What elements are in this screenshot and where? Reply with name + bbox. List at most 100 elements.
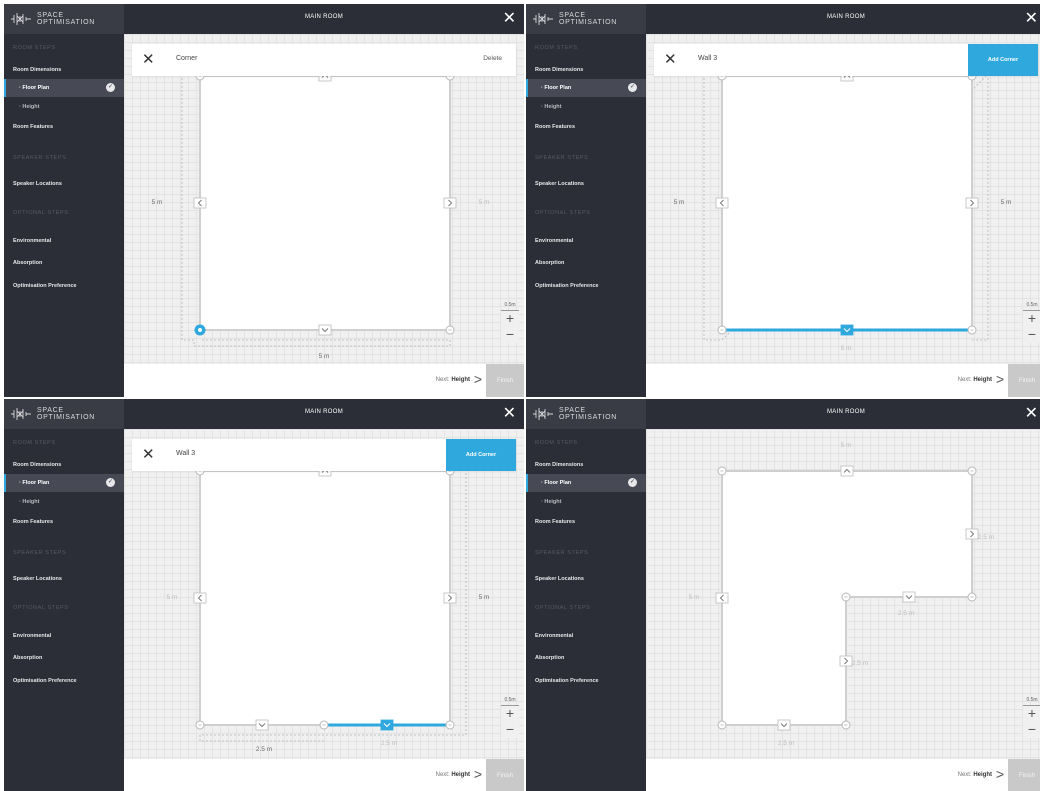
wall-handle-arrow-icon[interactable]: [193, 592, 207, 604]
wall-handle-arrow-icon[interactable]: [193, 197, 207, 209]
sidebar-item[interactable]: Room Features: [4, 118, 124, 136]
sidebar-item[interactable]: Optimisation Preference: [526, 672, 646, 690]
sidebar-item-label: Absorption: [535, 260, 565, 266]
sidebar-item[interactable]: · Floor Plan ✓: [526, 79, 646, 97]
wall-handle-arrow-icon[interactable]: [840, 324, 854, 336]
next-step-link[interactable]: Next: Height: [958, 772, 992, 778]
wall-length-label: 2.5 m: [256, 746, 272, 753]
sidebar-item[interactable]: Optimisation Preference: [4, 672, 124, 690]
delete-button[interactable]: Delete: [483, 55, 502, 62]
floor-plan-canvas[interactable]: 5 m 5 m 2.5 m 2.5 m: [124, 429, 524, 759]
finish-button[interactable]: Finish: [486, 364, 524, 397]
wall-handle-arrow-icon[interactable]: [777, 719, 791, 731]
room-outline[interactable]: [199, 75, 451, 331]
sidebar-item[interactable]: Environmental: [526, 232, 646, 250]
deselect-close-icon[interactable]: ✕: [142, 447, 155, 462]
sidebar: SPACE OPTIMISATION ROOM STEPS Room Dimensi…: [526, 399, 646, 791]
next-step-link[interactable]: Next: Height: [958, 377, 992, 383]
zoom-out-button[interactable]: −: [501, 722, 519, 738]
next-step-link[interactable]: Next: Height: [436, 377, 470, 383]
room-outline[interactable]: [721, 75, 973, 331]
room-outline[interactable]: [199, 470, 451, 726]
floor-plan-canvas[interactable]: 5 m 5 m 5 m: [124, 34, 524, 364]
wall-handle-arrow-icon[interactable]: [443, 592, 457, 604]
sidebar-item[interactable]: Room Dimensions: [526, 456, 646, 474]
chevron-right-icon[interactable]: >: [996, 372, 1004, 386]
sidebar-item[interactable]: · Floor Plan ✓: [526, 474, 646, 492]
sidebar-item[interactable]: Optimisation Preference: [526, 277, 646, 295]
sidebar-item[interactable]: Room Features: [526, 513, 646, 531]
zoom-in-button[interactable]: +: [501, 311, 519, 327]
wall-handle-arrow-icon[interactable]: [318, 324, 332, 336]
sidebar-item-label: SPEAKER STEPS: [13, 155, 67, 161]
zoom-in-button[interactable]: +: [501, 706, 519, 722]
sidebar-item[interactable]: Absorption: [526, 254, 646, 272]
wall-handle-arrow-icon[interactable]: [715, 592, 729, 604]
close-icon[interactable]: ✕: [1025, 11, 1038, 27]
next-step-link[interactable]: Next: Height: [436, 772, 470, 778]
sidebar-item[interactable]: Environmental: [4, 627, 124, 645]
add-corner-button[interactable]: Add Corner: [968, 44, 1038, 76]
sidebar-item[interactable]: · Height: [4, 493, 124, 511]
sidebar-item[interactable]: Speaker Locations: [526, 570, 646, 588]
deselect-close-icon[interactable]: ✕: [142, 52, 155, 67]
sidebar-item[interactable]: Optimisation Preference: [4, 277, 124, 295]
chevron-right-icon[interactable]: >: [474, 372, 482, 386]
floor-plan-canvas[interactable]: 5 m 5 m 2.5 m 2.5 m 2.5 m 2.5 m: [646, 429, 1040, 759]
zoom-out-button[interactable]: −: [1023, 722, 1040, 738]
sidebar-item[interactable]: Speaker Locations: [526, 175, 646, 193]
sidebar-item-label: SPEAKER STEPS: [535, 155, 589, 161]
finish-button[interactable]: Finish: [486, 759, 524, 791]
deselect-close-icon[interactable]: ✕: [664, 52, 677, 67]
zoom-in-button[interactable]: +: [1023, 706, 1040, 722]
wall-handle-arrow-icon[interactable]: [255, 719, 269, 731]
wall-handle-arrow-icon[interactable]: [840, 465, 854, 477]
sidebar-item[interactable]: Absorption: [4, 649, 124, 667]
selection-label: Wall 3: [176, 450, 196, 457]
add-corner-button[interactable]: Add Corner: [446, 439, 516, 471]
sidebar-item-label: ROOM STEPS: [13, 440, 56, 446]
sidebar-item[interactable]: · Height: [526, 493, 646, 511]
zoom-out-button[interactable]: −: [501, 327, 519, 343]
sidebar-item[interactable]: Room Dimensions: [4, 61, 124, 79]
close-icon[interactable]: ✕: [503, 11, 516, 27]
sidebar-item[interactable]: Speaker Locations: [4, 570, 124, 588]
sidebar-item[interactable]: Room Features: [526, 118, 646, 136]
floor-plan-drawing: 5 m 5 m 5 m: [674, 70, 1011, 352]
sidebar-item[interactable]: Environmental: [526, 627, 646, 645]
sidebar-item[interactable]: · Height: [4, 98, 124, 116]
zoom-out-button[interactable]: −: [1023, 327, 1040, 343]
chevron-right-icon[interactable]: >: [474, 767, 482, 781]
close-icon[interactable]: ✕: [1025, 406, 1038, 422]
sidebar-item[interactable]: · Floor Plan ✓: [4, 79, 124, 97]
wall-handle-arrow-icon[interactable]: [715, 197, 729, 209]
sidebar-item[interactable]: · Height: [526, 98, 646, 116]
brand-name: SPACE OPTIMISATION: [559, 407, 618, 421]
sidebar-item[interactable]: · Floor Plan ✓: [4, 474, 124, 492]
close-icon[interactable]: ✕: [503, 406, 516, 422]
selected-corner-dot: [198, 328, 202, 332]
sidebar-item[interactable]: Room Dimensions: [526, 61, 646, 79]
room-title: MAIN ROOM: [304, 409, 344, 415]
finish-button[interactable]: Finish: [1008, 759, 1040, 791]
wall-handle-arrow-icon[interactable]: [965, 197, 979, 209]
sidebar-item[interactable]: Environmental: [4, 232, 124, 250]
floor-plan-canvas[interactable]: 5 m 5 m 5 m: [646, 34, 1040, 364]
sidebar-item[interactable]: Absorption: [4, 254, 124, 272]
wall-handle-arrow-icon[interactable]: [839, 655, 853, 667]
finish-button[interactable]: Finish: [1008, 364, 1040, 397]
wall-handle-arrow-icon[interactable]: [902, 591, 916, 603]
zoom-controls: 0.5m + −: [501, 302, 519, 343]
sidebar-item[interactable]: Absorption: [526, 649, 646, 667]
chevron-right-icon[interactable]: >: [996, 767, 1004, 781]
wall-handle-arrow-icon[interactable]: [380, 719, 394, 731]
sidebar-item-label: Room Features: [13, 124, 54, 130]
sidebar-item[interactable]: Speaker Locations: [4, 175, 124, 193]
sidebar-item-label: · Floor Plan: [541, 85, 572, 91]
zoom-in-button[interactable]: +: [1023, 311, 1040, 327]
wall-handle-arrow-icon[interactable]: [965, 528, 979, 540]
sidebar-item-label: Room Features: [13, 519, 54, 525]
sidebar-item[interactable]: Room Dimensions: [4, 456, 124, 474]
sidebar-item[interactable]: Room Features: [4, 513, 124, 531]
wall-handle-arrow-icon[interactable]: [443, 197, 457, 209]
